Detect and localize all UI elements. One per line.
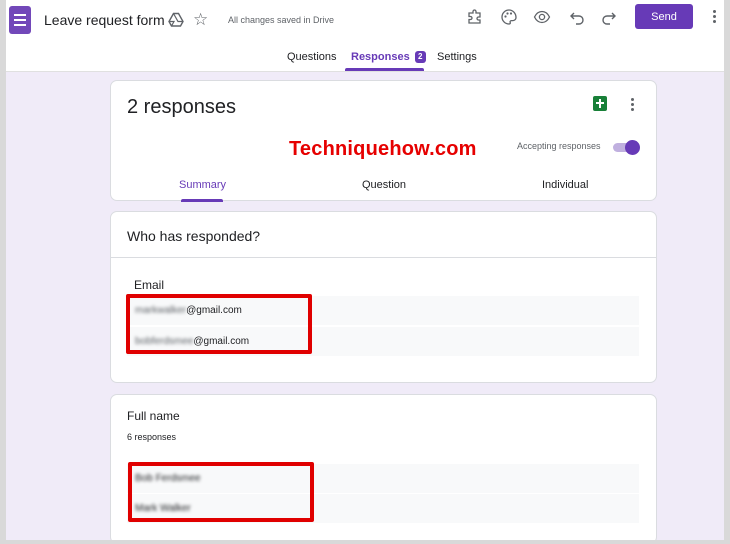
star-icon[interactable]: ☆ [193,10,208,30]
subtab-question[interactable]: Question [362,179,406,191]
responses-count-title: 2 responses [127,96,236,118]
summary-card: 2 responses Techniquehow.com Accepting r… [110,80,657,202]
more-options-icon[interactable] [631,98,635,113]
email-highlight-box [126,294,312,354]
form-title[interactable]: Leave request form [44,12,165,28]
email-column-header: Email [134,278,165,292]
undo-icon[interactable] [568,8,586,26]
responses-count-badge: 2 [414,51,426,63]
active-tab-indicator [345,68,424,71]
accepting-responses-toggle[interactable] [613,140,640,155]
accepting-responses-label: Accepting responses [517,141,601,151]
who-responded-title: Who has responded? [127,228,261,244]
addon-icon[interactable] [466,8,484,26]
active-subtab-indicator [181,199,223,202]
who-responded-card: Who has responded? Email markwalker@gmai… [110,211,657,383]
sheets-icon[interactable] [593,96,607,111]
tab-questions[interactable]: Questions [287,51,337,63]
app-frame: Leave request form ☆ All changes saved i… [6,0,724,540]
subtab-individual[interactable]: Individual [542,179,588,191]
tab-responses[interactable]: Responses 2 [351,51,426,63]
name-highlight-box [128,462,314,522]
more-vert-icon[interactable] [713,10,717,24]
palette-icon[interactable] [500,8,518,26]
divider [111,257,656,258]
save-status: All changes saved in Drive [228,15,335,25]
full-name-count: 6 responses [127,432,177,442]
top-bar: Leave request form ☆ All changes saved i… [6,0,724,72]
full-name-title: Full name [127,409,180,423]
tab-settings[interactable]: Settings [437,51,477,63]
send-button[interactable]: Send [635,4,693,29]
subtab-summary[interactable]: Summary [179,179,226,191]
forms-icon[interactable] [9,6,31,34]
preview-icon[interactable] [533,8,551,26]
tab-responses-label: Responses [351,51,410,63]
drive-icon[interactable] [168,12,184,28]
watermark: Techniquehow.com [289,138,477,160]
full-name-card: Full name 6 responses Bob Ferdsmee Mark … [110,394,657,540]
redo-icon[interactable] [600,8,618,26]
